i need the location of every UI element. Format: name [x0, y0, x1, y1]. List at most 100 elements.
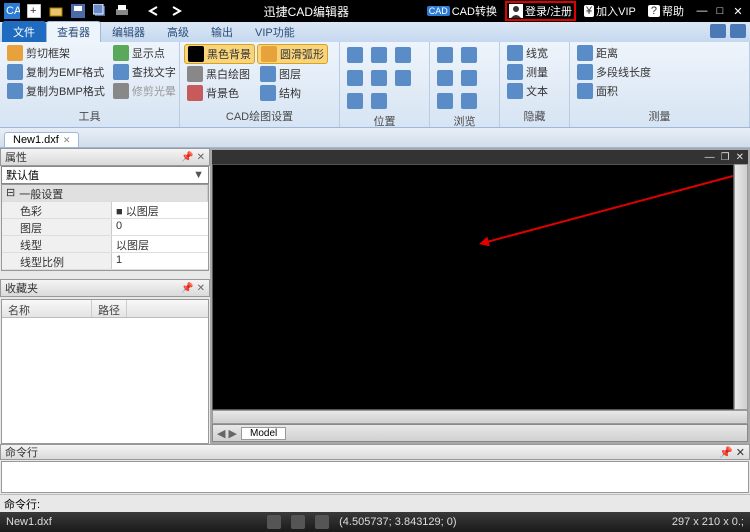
lineweight-button[interactable]: 线宽	[504, 44, 551, 62]
undo-icon[interactable]	[146, 3, 162, 19]
prop-row-layer[interactable]: 图层0	[2, 219, 208, 236]
scissors-icon	[7, 45, 23, 61]
zoomin-button[interactable]	[368, 67, 390, 89]
copy-bmp-button[interactable]: 复制为BMP格式	[4, 82, 108, 100]
tab-viewer[interactable]: 查看器	[46, 21, 101, 42]
drawing-canvas[interactable]	[212, 164, 734, 410]
cad-convert-button[interactable]: CADCAD转换	[423, 2, 501, 20]
find-text-button[interactable]: 查找文字	[110, 63, 179, 81]
bw-icon	[187, 66, 203, 82]
text-icon	[507, 83, 523, 99]
area-icon	[577, 83, 593, 99]
bg-color-button[interactable]: 背景色	[184, 84, 255, 102]
tab-file[interactable]: 文件	[2, 21, 46, 42]
arc-smooth-button[interactable]: 圆滑弧形	[257, 44, 328, 64]
pin-icon[interactable]: 📌 ✕	[719, 446, 745, 459]
layers-button[interactable]: 图层	[257, 65, 328, 83]
model-tab-strip: ◀ ▶ Model	[212, 424, 748, 442]
login-register-button[interactable]: 登录/注册	[505, 1, 576, 21]
tab-advanced[interactable]: 高级	[156, 21, 200, 42]
command-input[interactable]	[44, 498, 746, 510]
ribbon-style-icon[interactable]	[710, 24, 726, 38]
ortho-icon[interactable]	[315, 515, 329, 529]
emf-icon	[7, 64, 23, 80]
group-tools-label: 工具	[4, 107, 175, 125]
title-bar: CAD + 迅捷CAD编辑器 CADCAD转换 登录/注册 ¥加入VIP ?帮助…	[0, 0, 750, 22]
bw-draw-button[interactable]: 黑白绘图	[184, 65, 255, 83]
print-icon[interactable]	[114, 3, 130, 19]
close-button[interactable]: ✕	[730, 3, 746, 19]
trim-glare-button: 修剪光晕	[110, 82, 179, 100]
structure-button[interactable]: 结构	[257, 84, 328, 102]
favorites-list[interactable]: 名称路径	[1, 299, 209, 444]
vp-min-icon[interactable]: —	[705, 152, 715, 163]
tab-output[interactable]: 输出	[200, 21, 244, 42]
prop-row-lscale[interactable]: 线型比例1	[2, 253, 208, 270]
pan-icon	[347, 93, 363, 109]
pan-button[interactable]	[344, 90, 366, 112]
snap-icon[interactable]	[267, 515, 281, 529]
multiline-button[interactable]: 多段线长度	[574, 63, 654, 81]
open-icon[interactable]	[48, 3, 64, 19]
prop-row-ltype[interactable]: 线型以图层	[2, 236, 208, 253]
cut-frame-button[interactable]: 剪切框架	[4, 44, 108, 62]
meas-icon	[507, 64, 523, 80]
nav1-button[interactable]	[392, 44, 414, 66]
b3-icon	[437, 93, 453, 109]
b2-icon	[437, 70, 453, 86]
minimize-button[interactable]: —	[694, 3, 710, 19]
nav2-button[interactable]	[392, 67, 414, 89]
maximize-button[interactable]: □	[712, 3, 728, 19]
browse4-button[interactable]	[458, 44, 480, 66]
grid-icon[interactable]	[291, 515, 305, 529]
command-history[interactable]	[1, 461, 749, 493]
zoomwin-icon	[347, 70, 363, 86]
dist-icon	[577, 45, 593, 61]
tab-editor[interactable]: 编辑器	[101, 21, 156, 42]
default-combo[interactable]: 默认值▼	[1, 166, 209, 184]
user-icon	[509, 4, 523, 18]
fav-col-path[interactable]: 路径	[92, 300, 127, 317]
new-icon[interactable]: +	[26, 3, 42, 19]
fav-col-name[interactable]: 名称	[2, 300, 92, 317]
zoomwin-button[interactable]	[344, 67, 366, 89]
save-icon[interactable]	[70, 3, 86, 19]
horizontal-scrollbar[interactable]	[212, 410, 748, 424]
zoomfit-button[interactable]	[344, 44, 366, 66]
redo-icon[interactable]	[168, 3, 184, 19]
vp-restore-icon[interactable]: ❐	[721, 152, 730, 163]
pin-icon[interactable]: 📌 ✕	[181, 152, 205, 163]
browse2-button[interactable]	[434, 67, 456, 89]
prop-row-color[interactable]: 色彩■ 以图层	[2, 202, 208, 219]
ribbon-help-icon[interactable]	[730, 24, 746, 38]
browse6-button[interactable]	[458, 90, 480, 112]
tab-vip[interactable]: VIP功能	[244, 21, 306, 42]
browse3-button[interactable]	[434, 90, 456, 112]
text-toggle-button[interactable]: 文本	[504, 82, 551, 100]
measure-toggle-button[interactable]: 测量	[504, 63, 551, 81]
command-area: 命令行📌 ✕ 命令行:	[0, 444, 750, 512]
distance-button[interactable]: 距离	[574, 44, 654, 62]
browse1-button[interactable]	[434, 44, 456, 66]
close-tab-icon[interactable]: ✕	[63, 135, 71, 146]
pin-icon[interactable]: 📌 ✕	[181, 283, 205, 294]
rotate-button[interactable]	[368, 90, 390, 112]
browse5-button[interactable]	[458, 67, 480, 89]
show-points-button[interactable]: 显示点	[110, 44, 179, 62]
document-tab[interactable]: New1.dxf✕	[4, 132, 79, 147]
zoomout-button[interactable]	[368, 44, 390, 66]
vip-button[interactable]: ¥加入VIP	[580, 2, 640, 20]
vertical-scrollbar[interactable]	[734, 164, 748, 410]
blackbg-icon	[188, 46, 204, 62]
black-bg-button[interactable]: 黑色背景	[184, 44, 255, 64]
vp-close-icon[interactable]: ✕	[736, 152, 744, 163]
copy-emf-button[interactable]: 复制为EMF格式	[4, 63, 108, 81]
nav1-icon	[395, 47, 411, 63]
saveall-icon[interactable]	[92, 3, 108, 19]
model-tab[interactable]: Model	[241, 427, 286, 440]
area-button[interactable]: 面积	[574, 82, 654, 100]
help-button[interactable]: ?帮助	[644, 2, 688, 20]
layers-icon	[260, 66, 276, 82]
ribbon-tab-strip: 文件 查看器 编辑器 高级 输出 VIP功能	[0, 22, 750, 42]
b5-icon	[461, 70, 477, 86]
